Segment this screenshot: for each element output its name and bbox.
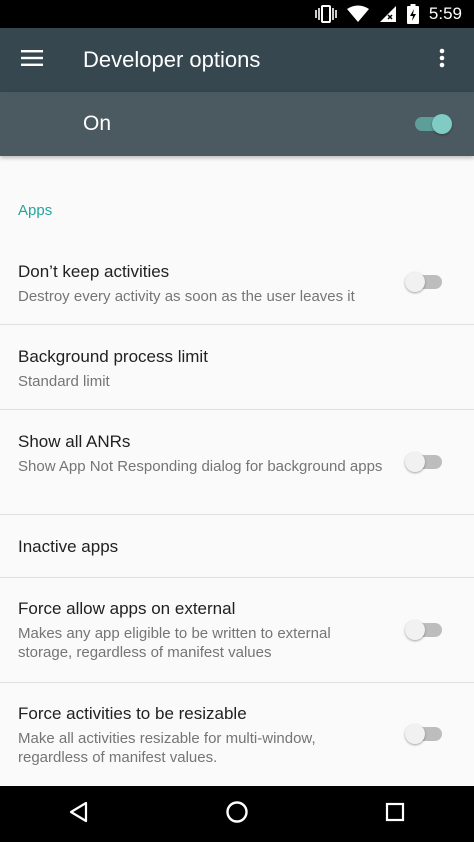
- signal-icon: [379, 5, 397, 23]
- pref-summary: Show App Not Responding dialog for backg…: [18, 458, 383, 475]
- battery-icon: [406, 4, 419, 24]
- master-toggle-switch[interactable]: [412, 112, 452, 136]
- switch-thumb: [405, 452, 425, 472]
- app-bar: Developer options: [0, 28, 474, 92]
- pref-force-resizable[interactable]: Force activities to be resizable Make al…: [0, 683, 474, 786]
- menu-button[interactable]: [0, 28, 64, 92]
- pref-title: Show all ANRs: [18, 432, 131, 451]
- pref-inactive-apps[interactable]: Inactive apps: [0, 515, 474, 578]
- overflow-menu-button[interactable]: [418, 36, 466, 84]
- home-icon: [225, 800, 249, 829]
- master-switch-bar[interactable]: On: [0, 92, 474, 156]
- dont-keep-activities-switch[interactable]: [405, 270, 445, 294]
- vibrate-icon: [315, 5, 337, 23]
- more-vert-icon: [439, 48, 445, 73]
- back-icon: [68, 801, 90, 828]
- pref-title: Force allow apps on external: [18, 599, 236, 618]
- home-button[interactable]: [207, 786, 267, 842]
- wifi-icon: [346, 5, 369, 23]
- navigation-bar: [0, 786, 474, 842]
- pref-dont-keep-activities[interactable]: Don’t keep activities Destroy every acti…: [0, 240, 474, 325]
- hamburger-menu-icon: [21, 49, 43, 71]
- switch-thumb: [405, 620, 425, 640]
- page-title: Developer options: [83, 47, 261, 72]
- pref-title: Don’t keep activities: [18, 262, 170, 281]
- recents-button[interactable]: [365, 786, 425, 842]
- pref-title: Background process limit: [18, 347, 208, 366]
- back-button[interactable]: [49, 786, 109, 842]
- status-bar: 5:59: [0, 0, 474, 28]
- pref-summary: Make all activities resizable for multi-…: [18, 730, 316, 766]
- pref-summary: Standard limit: [18, 373, 110, 390]
- pref-background-process-limit[interactable]: Background process limit Standard limit: [0, 325, 474, 410]
- pref-summary: Makes any app eligible to be written to …: [18, 625, 331, 661]
- recents-icon: [385, 802, 405, 827]
- force-allow-external-switch[interactable]: [405, 618, 445, 642]
- master-switch-label: On: [83, 112, 112, 135]
- category-header: Apps: [18, 202, 53, 219]
- pref-summary: Destroy every activity as soon as the us…: [18, 288, 355, 305]
- pref-show-all-anrs[interactable]: Show all ANRs Show App Not Responding di…: [0, 410, 474, 515]
- pref-force-allow-external[interactable]: Force allow apps on external Makes any a…: [0, 578, 474, 683]
- switch-thumb: [405, 272, 425, 292]
- preferences-list: Apps Don’t keep activities Destroy every…: [0, 156, 474, 786]
- pref-title: Force activities to be resizable: [18, 704, 247, 723]
- pref-title: Inactive apps: [18, 537, 119, 556]
- switch-thumb: [432, 114, 452, 134]
- force-resizable-switch[interactable]: [405, 722, 445, 746]
- show-all-anrs-switch[interactable]: [405, 450, 445, 474]
- status-time: 5:59: [428, 4, 462, 23]
- switch-thumb: [405, 724, 425, 744]
